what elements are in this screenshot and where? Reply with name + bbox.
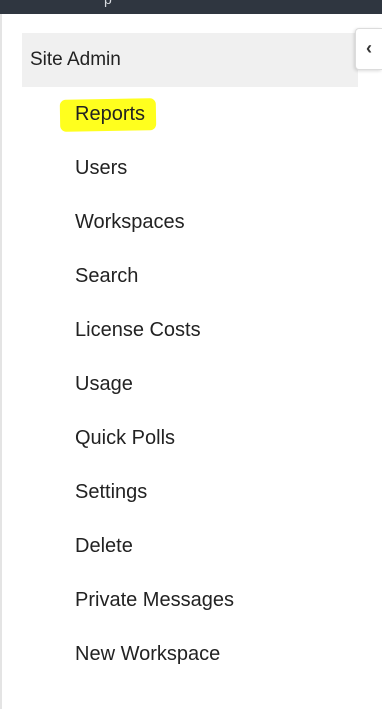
nav-list: Reports Users Workspaces Search License … <box>22 87 358 681</box>
nav-item-label: Usage <box>75 372 133 395</box>
collapse-sidebar-button[interactable]: ‹ <box>355 28 382 70</box>
nav-item-search[interactable]: Search <box>22 249 358 303</box>
left-edge-divider <box>0 14 2 709</box>
nav-item-label: Users <box>75 156 128 179</box>
nav-item-label: Workspaces <box>75 210 185 233</box>
site-admin-sidebar: Site Admin Reports Users Workspaces Sear… <box>22 33 358 681</box>
nav-item-label: Reports <box>75 102 146 125</box>
chevron-left-icon: ‹ <box>366 38 372 58</box>
page: p Site Admin Reports Users Workspaces Se… <box>0 0 382 709</box>
section-header-label: Site Admin <box>30 49 121 70</box>
nav-item-label: Settings <box>75 480 148 503</box>
nav-item-delete[interactable]: Delete <box>22 519 358 573</box>
top-bar-caption: p <box>104 0 112 7</box>
nav-item-usage[interactable]: Usage <box>22 357 358 411</box>
nav-item-new-workspace[interactable]: New Workspace <box>22 627 358 681</box>
nav-item-label: Quick Polls <box>75 426 176 449</box>
nav-item-quick-polls[interactable]: Quick Polls <box>22 411 358 465</box>
nav-item-settings[interactable]: Settings <box>22 465 358 519</box>
nav-item-label: Delete <box>75 534 133 557</box>
nav-item-users[interactable]: Users <box>22 141 358 195</box>
nav-item-label: Search <box>75 264 139 287</box>
top-bar: p <box>0 0 382 14</box>
nav-item-private-messages[interactable]: Private Messages <box>22 573 358 627</box>
nav-item-label: New Workspace <box>75 642 221 665</box>
nav-item-workspaces[interactable]: Workspaces <box>22 195 358 249</box>
nav-item-label: License Costs <box>75 318 201 341</box>
nav-item-license-costs[interactable]: License Costs <box>22 303 358 357</box>
section-header-site-admin: Site Admin <box>22 33 358 87</box>
nav-item-reports[interactable]: Reports <box>22 87 358 141</box>
nav-item-label: Private Messages <box>75 588 234 611</box>
